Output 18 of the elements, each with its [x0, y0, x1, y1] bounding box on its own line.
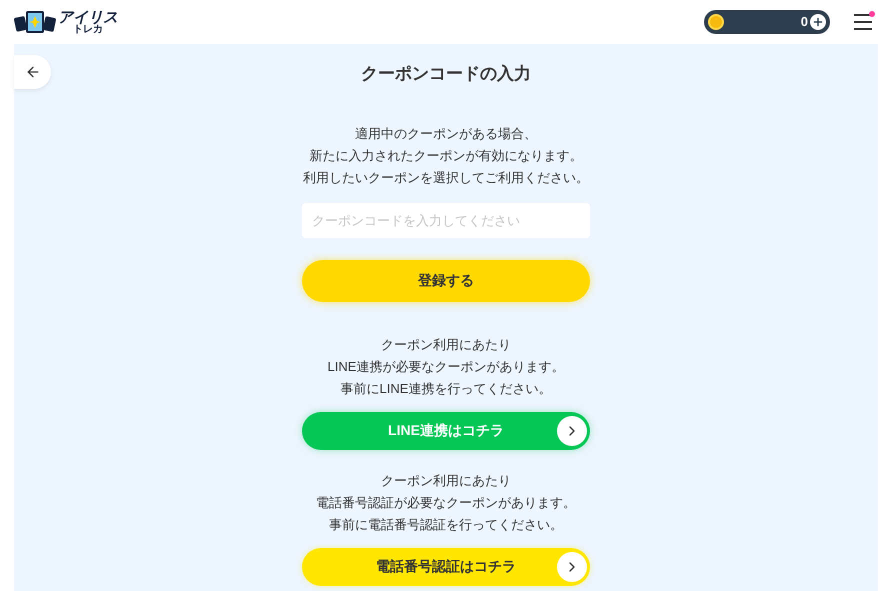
logo-cards-icon	[14, 9, 56, 35]
page-title: クーポンコードの入力	[361, 63, 531, 85]
coupon-notice: 適用中のクーポンがある場合、 新たに入力されたクーポンが有効になります。 利用したいクーポンを選択してご利用ください。	[303, 124, 589, 186]
coin-count: 0	[800, 13, 808, 32]
coin-balance-button[interactable]: 0	[704, 10, 830, 34]
coupon-code-field[interactable]: クーポンコードを入力してください	[302, 202, 590, 238]
coin-icon	[708, 14, 724, 30]
chevron-icon	[557, 416, 587, 446]
back-button[interactable]	[14, 55, 51, 89]
chevron-icon	[557, 552, 587, 582]
add-coin-icon	[810, 14, 826, 30]
menu-button[interactable]	[854, 14, 872, 30]
requirement-notice: クーポン利用にあたり 電話番号認証が必要なクーポンがあります。 事前に電話番号認証を行ってください。	[316, 472, 576, 534]
link-button[interactable]: 電話番号認証はコチラ	[302, 548, 590, 586]
register-button[interactable]: 登録する	[302, 260, 590, 302]
logo-subtitle: トレカ	[73, 24, 103, 34]
requirement-notice: クーポン利用にあたり LINE連携が必要なクーポンがあります。 事前にLINE連携を行ってください。	[328, 336, 564, 398]
logo-title: アイリス	[58, 10, 118, 24]
